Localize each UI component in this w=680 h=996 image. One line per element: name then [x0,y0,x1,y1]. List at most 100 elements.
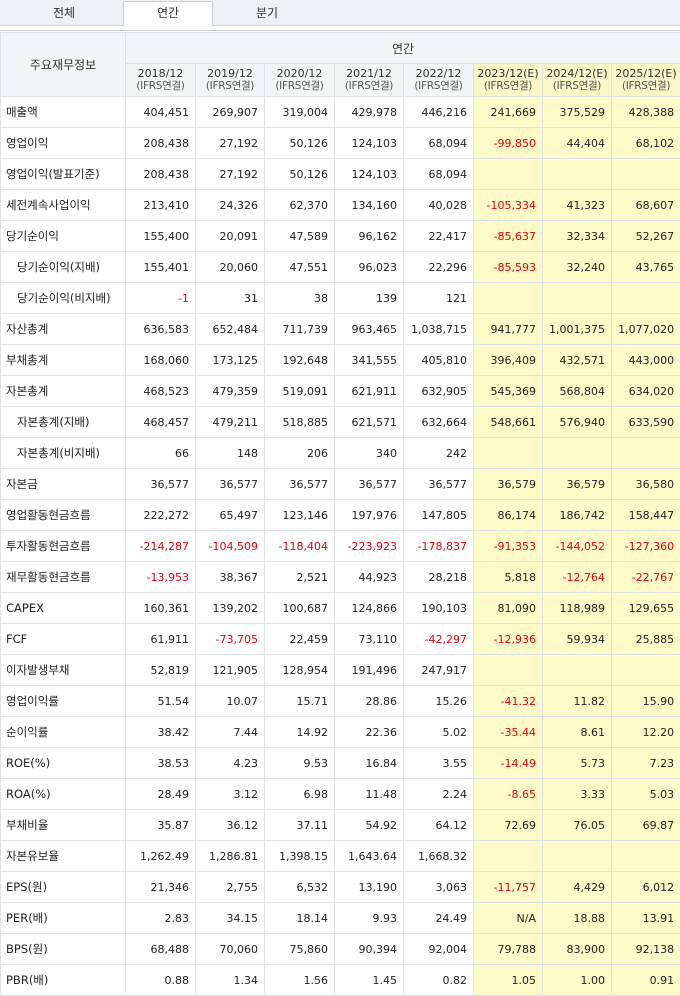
value-cell: 11.82 [543,686,612,717]
value-cell: 28.49 [126,779,196,810]
value-cell: 8.61 [543,717,612,748]
value-cell: 242 [404,438,474,469]
value-cell: 1,398.15 [265,841,335,872]
period-group-header: 연간 [126,33,680,64]
value-cell: 548,661 [474,407,543,438]
value-cell [543,159,612,190]
value-cell [612,283,680,314]
value-cell: 36,577 [265,469,335,500]
year-label: 2023/12(E) [474,67,542,80]
value-cell: 247,917 [404,655,474,686]
value-cell: 76.05 [543,810,612,841]
tab-all[interactable]: 전체 [14,2,114,25]
value-cell [543,283,612,314]
value-cell: 208,438 [126,128,196,159]
row-label: 이자발생부채 [1,655,126,686]
value-cell: 634,020 [612,376,680,407]
row-label: 영업활동현금흐름 [1,500,126,531]
table-row: 재무활동현금흐름-13,95338,3672,52144,92328,2185,… [1,562,680,593]
value-cell: 568,804 [543,376,612,407]
table-row: 투자활동현금흐름-214,287-104,509-118,404-223,923… [1,531,680,562]
year-label: 2020/12 [265,67,334,80]
value-cell: -85,637 [474,221,543,252]
row-label: 영업이익(발표기준) [1,159,126,190]
value-cell: 319,004 [265,97,335,128]
value-cell: 9.53 [265,748,335,779]
value-cell: 576,940 [543,407,612,438]
value-cell: 2,521 [265,562,335,593]
value-cell: 64.12 [404,810,474,841]
value-cell: 5.73 [543,748,612,779]
value-cell: -73,705 [196,624,265,655]
value-cell: 9.93 [335,903,404,934]
value-cell: 269,907 [196,97,265,128]
value-cell: 173,125 [196,345,265,376]
value-cell: 21,346 [126,872,196,903]
value-cell [612,655,680,686]
year-label: 2025/12(E) [612,67,680,80]
value-cell: 38.42 [126,717,196,748]
value-cell: 432,571 [543,345,612,376]
tab-quarterly[interactable]: 분기 [222,2,312,25]
value-cell: 222,272 [126,500,196,531]
value-cell: 79,788 [474,934,543,965]
table-row: 영업활동현금흐름222,27265,497123,146197,976147,8… [1,500,680,531]
accounting-basis-label: (IFRS연결) [474,80,542,93]
row-label: BPS(원) [1,934,126,965]
value-cell: 0.91 [612,965,680,996]
value-cell: 545,369 [474,376,543,407]
value-cell: 68,488 [126,934,196,965]
value-cell: 1.45 [335,965,404,996]
value-cell: 22,296 [404,252,474,283]
table-row: 이자발생부채52,819121,905128,954191,496247,917 [1,655,680,686]
row-label: EPS(원) [1,872,126,903]
value-cell: -42,297 [404,624,474,655]
value-cell: -8.65 [474,779,543,810]
value-cell: 24,326 [196,190,265,221]
value-cell: 54.92 [335,810,404,841]
value-cell: 18.88 [543,903,612,934]
value-cell [474,655,543,686]
row-label: 당기순이익(지배) [1,252,126,283]
tab-annual[interactable]: 연간 [123,1,213,26]
value-cell: 68,094 [404,128,474,159]
value-cell: 38.53 [126,748,196,779]
value-cell: 40,028 [404,190,474,221]
value-cell [612,438,680,469]
value-cell: 429,978 [335,97,404,128]
table-row: 세전계속사업이익213,41024,32662,370134,16040,028… [1,190,680,221]
value-cell: 44,404 [543,128,612,159]
year-header: 2024/12(E)(IFRS연결) [543,64,612,97]
row-label: PER(배) [1,903,126,934]
value-cell: 479,211 [196,407,265,438]
value-cell: 70,060 [196,934,265,965]
value-cell: 15.90 [612,686,680,717]
table-body: 매출액404,451269,907319,004429,978446,21624… [1,97,680,996]
value-cell: 24.49 [404,903,474,934]
value-cell: 32,240 [543,252,612,283]
value-cell: 124,866 [335,593,404,624]
value-cell: 621,911 [335,376,404,407]
row-label: 자본금 [1,469,126,500]
value-cell: 100,687 [265,593,335,624]
value-cell: 446,216 [404,97,474,128]
value-cell: 20,091 [196,221,265,252]
value-cell: 1,001,375 [543,314,612,345]
value-cell: 139,202 [196,593,265,624]
row-label: 부채총계 [1,345,126,376]
value-cell: 73,110 [335,624,404,655]
value-cell: 121 [404,283,474,314]
row-label: 자본총계(비지배) [1,438,126,469]
value-cell: 206 [265,438,335,469]
row-label: 자본총계 [1,376,126,407]
value-cell [474,283,543,314]
table-row: ROE(%)38.534.239.5316.843.55-14.495.737.… [1,748,680,779]
table-row: BPS(원)68,48870,06075,86090,39492,00479,7… [1,934,680,965]
value-cell: -105,334 [474,190,543,221]
value-cell: 241,669 [474,97,543,128]
value-cell: 75,860 [265,934,335,965]
value-cell: 155,401 [126,252,196,283]
value-cell: 468,457 [126,407,196,438]
value-cell: 1.34 [196,965,265,996]
table-row: 부채총계168,060173,125192,648341,555405,8103… [1,345,680,376]
